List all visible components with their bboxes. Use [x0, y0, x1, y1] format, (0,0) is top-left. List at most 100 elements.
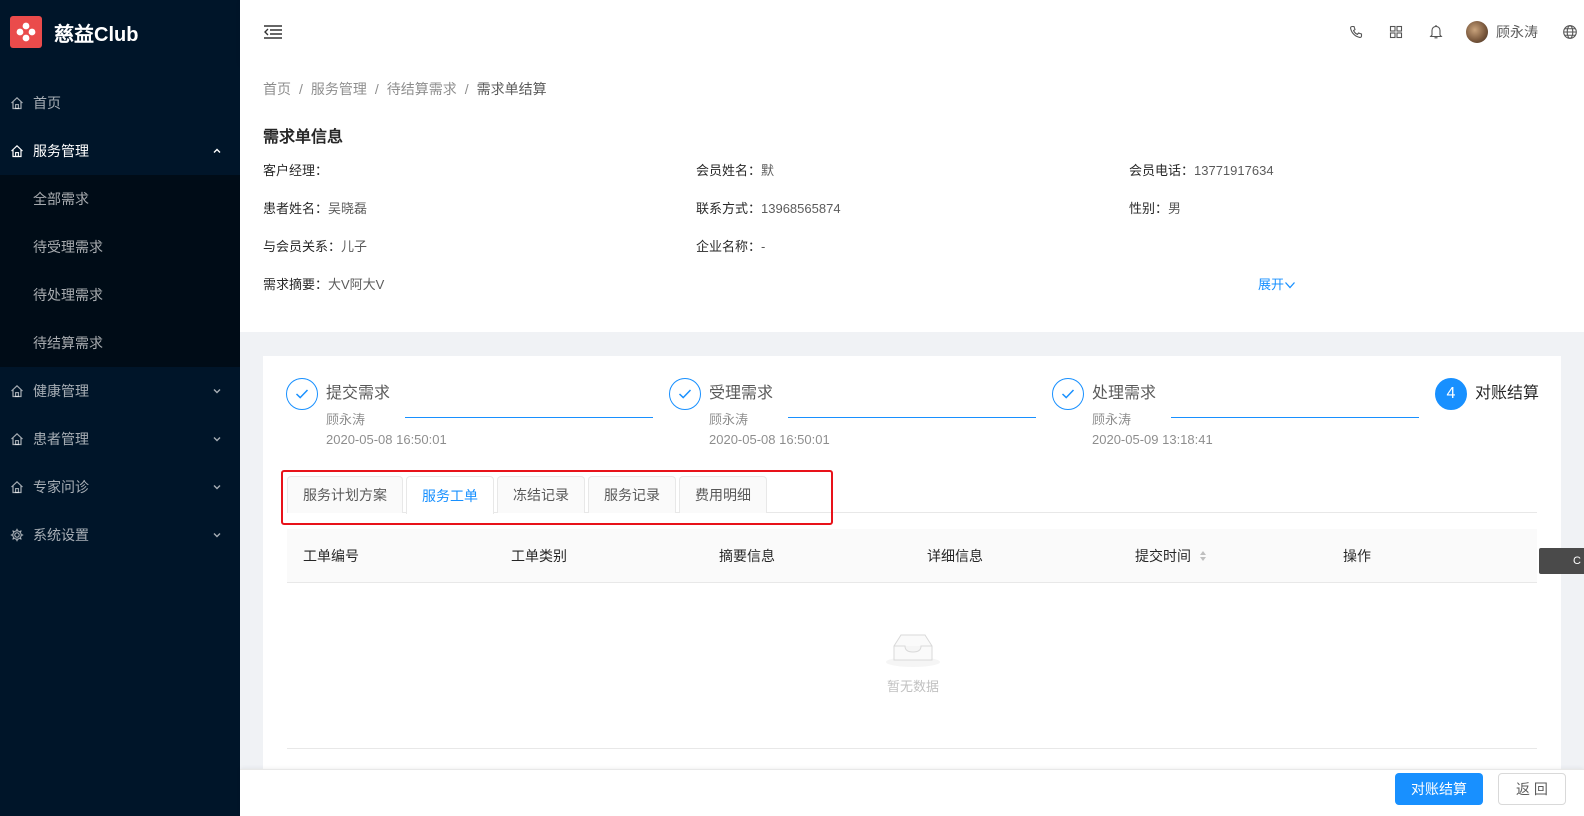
- column-header: 详细信息: [927, 547, 983, 564]
- sidebar-item-service-management[interactable]: 服务管理: [0, 127, 240, 175]
- breadcrumb-home[interactable]: 首页: [263, 79, 291, 99]
- sidebar-item-health-management[interactable]: 健康管理: [0, 367, 240, 415]
- main-card: 提交需求 顾永涛 2020-05-08 16:50:01 受理需求 顾永涛 20…: [263, 356, 1561, 816]
- sort-icon[interactable]: [1199, 550, 1207, 562]
- breadcrumb-service-management[interactable]: 服务管理: [311, 79, 367, 99]
- info-company: 企业名称：-: [696, 236, 765, 255]
- step-person: 顾永涛: [709, 412, 749, 427]
- info-patient-name: 患者姓名：吴晓磊: [263, 198, 367, 217]
- info-value: 13771917634: [1194, 163, 1274, 178]
- sidebar-item-expert-consultation[interactable]: 专家问诊: [0, 463, 240, 511]
- chevron-down-icon: [212, 482, 222, 492]
- info-label: 企业名称：: [696, 239, 762, 254]
- table-body: 暂无数据: [287, 583, 1537, 749]
- page-header: 首页 / 服务管理 / 待结算需求 / 需求单结算 需求单信息 客户经理： 会员…: [240, 64, 1584, 332]
- breadcrumb-separator: /: [464, 81, 469, 97]
- info-member-phone: 会员电话：13771917634: [1129, 160, 1274, 179]
- step-settle: 4 对账结算: [1435, 378, 1539, 410]
- info-label: 患者姓名：: [263, 201, 329, 216]
- breadcrumb-separator: /: [299, 81, 303, 97]
- sidebar-item-all-requests[interactable]: 全部需求: [0, 175, 240, 223]
- info-value: -: [761, 239, 766, 254]
- step-title: 对账结算: [1475, 385, 1540, 402]
- info-label: 客户经理：: [263, 163, 329, 178]
- phone-icon[interactable]: [1336, 0, 1376, 64]
- chevron-down-icon: [212, 434, 222, 444]
- home-icon: [10, 96, 24, 110]
- empty-state: 暂无数据: [884, 629, 942, 695]
- sidebar-item-patient-management[interactable]: 患者管理: [0, 415, 240, 463]
- column-header: 工单编号: [303, 547, 359, 564]
- check-icon: [286, 378, 318, 410]
- user-name: 顾永涛: [1496, 24, 1538, 40]
- info-label: 会员姓名：: [696, 163, 762, 178]
- check-icon: [1052, 378, 1084, 410]
- step-connector: [405, 417, 653, 418]
- step-person: 顾永涛: [1092, 412, 1132, 427]
- sidebar-item-pending-process[interactable]: 待处理需求: [0, 271, 240, 319]
- breadcrumb-separator: /: [374, 81, 379, 97]
- menu-fold-icon[interactable]: [262, 21, 284, 43]
- step-time: 2020-05-08 16:50:01: [326, 432, 447, 447]
- column-header-submit-time[interactable]: 提交时间: [1119, 546, 1327, 566]
- logo-icon: [10, 16, 42, 48]
- expand-toggle[interactable]: 展开: [1258, 274, 1296, 293]
- side-floating-tab[interactable]: C: [1539, 548, 1584, 574]
- sidebar-item-pending-accept[interactable]: 待受理需求: [0, 223, 240, 271]
- sidebar-item-home[interactable]: 首页: [0, 79, 240, 127]
- home-icon: [10, 432, 24, 446]
- info-label: 与会员关系：: [263, 239, 342, 254]
- bell-icon[interactable]: [1416, 0, 1456, 64]
- grid-icon[interactable]: [1376, 0, 1416, 64]
- info-member-name: 会员姓名：默: [696, 160, 774, 179]
- info-summary: 需求摘要：大V阿大V: [263, 274, 384, 293]
- top-header: 顾永涛: [240, 0, 1584, 64]
- breadcrumb-current: 需求单结算: [476, 81, 547, 97]
- step-time: 2020-05-08 16:50:01: [709, 432, 830, 447]
- info-label: 联系方式：: [696, 201, 762, 216]
- step-title: 处理需求: [1092, 385, 1157, 402]
- info-value: 男: [1168, 201, 1182, 216]
- sidebar-item-system-settings[interactable]: 系统设置: [0, 511, 240, 559]
- step-time: 2020-05-09 13:18:41: [1092, 432, 1213, 447]
- page-title: 需求单信息: [263, 129, 344, 146]
- home-icon: [10, 384, 24, 398]
- step-process: 处理需求 顾永涛 2020-05-09 13:18:41: [1052, 378, 1213, 450]
- step-submit: 提交需求 顾永涛 2020-05-08 16:50:01: [286, 378, 447, 450]
- footer-toolbar: 对账结算 返 回: [240, 769, 1584, 816]
- logo[interactable]: 慈益Club: [0, 0, 240, 64]
- work-order-table: 工单编号 工单类别 摘要信息 详细信息 提交时间 操作 暂无数据: [287, 529, 1537, 749]
- column-header-label: 提交时间: [1135, 547, 1191, 564]
- progress-steps: 提交需求 顾永涛 2020-05-08 16:50:01 受理需求 顾永涛 20…: [286, 378, 1561, 458]
- step-accept: 受理需求 顾永涛 2020-05-08 16:50:01: [669, 378, 830, 450]
- info-value: 默: [761, 163, 775, 178]
- sidebar-item-pending-settle[interactable]: 待结算需求: [0, 319, 240, 367]
- expand-label: 展开: [1258, 277, 1285, 292]
- column-header: 摘要信息: [719, 547, 775, 564]
- back-button[interactable]: 返 回: [1498, 773, 1566, 805]
- info-value: 大V阿大V: [328, 277, 385, 292]
- user-menu[interactable]: 顾永涛: [1456, 21, 1550, 43]
- info-label: 需求摘要：: [263, 277, 329, 292]
- home-icon: [10, 144, 24, 158]
- info-relation: 与会员关系：儿子: [263, 236, 367, 255]
- sidebar-item-label: 服务管理: [33, 143, 89, 159]
- app-name: 慈益Club: [54, 23, 139, 46]
- info-label: 性别：: [1129, 201, 1169, 216]
- breadcrumb-pending-settle[interactable]: 待结算需求: [387, 79, 457, 99]
- info-gender: 性别：男: [1129, 198, 1181, 217]
- home-icon: [10, 480, 24, 494]
- chevron-down-icon: [1284, 278, 1296, 293]
- check-icon: [669, 378, 701, 410]
- globe-icon[interactable]: [1550, 0, 1584, 64]
- step-connector: [1171, 417, 1419, 418]
- chevron-up-icon: [212, 146, 222, 156]
- sidebar: 慈益Club 首页 服务管理 全部需求 待受理需求 待处理需求 待结算需求 健康…: [0, 0, 240, 816]
- info-label: 会员电话：: [1129, 163, 1195, 178]
- info-contact: 联系方式：13968565874: [696, 198, 841, 217]
- step-connector: [788, 417, 1036, 418]
- chevron-down-icon: [212, 386, 222, 396]
- settle-button[interactable]: 对账结算: [1395, 773, 1483, 805]
- sidebar-item-label: 专家问诊: [33, 479, 89, 495]
- service-submenu: 全部需求 待受理需求 待处理需求 待结算需求: [0, 175, 240, 367]
